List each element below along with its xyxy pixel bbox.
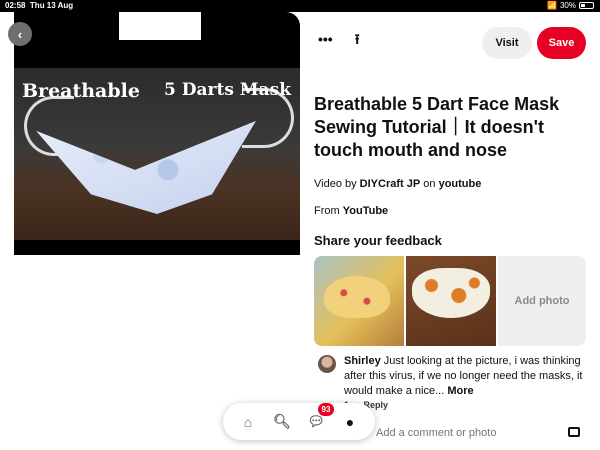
- thumbnail-caption-right: 5 Darts Mask: [164, 80, 291, 100]
- pin-media[interactable]: Breathable 5 Darts Mask: [14, 12, 300, 255]
- share-icon[interactable]: ⭱: [355, 32, 360, 46]
- video-thumbnail[interactable]: Breathable 5 Darts Mask: [14, 68, 300, 240]
- battery-icon: [579, 2, 594, 9]
- back-button[interactable]: ‹: [8, 22, 32, 46]
- pin-actions: ••• ⭱: [318, 32, 360, 46]
- comment-placeholder: Add a comment or photo: [376, 427, 497, 439]
- comment-user[interactable]: Shirley: [344, 355, 381, 367]
- more-icon[interactable]: •••: [318, 32, 333, 46]
- source-link[interactable]: YouTube: [343, 205, 388, 217]
- visit-button[interactable]: Visit: [482, 27, 532, 59]
- battery-percent: 30%: [559, 1, 576, 10]
- feedback-title: Share your feedback: [314, 233, 442, 248]
- profile-icon[interactable]: ●: [338, 410, 362, 434]
- notification-badge: 93: [318, 402, 334, 416]
- status-bar: 02:58 Thu 13 Aug 📶 30%: [0, 0, 600, 12]
- image-icon[interactable]: [568, 427, 580, 437]
- comment-text: Shirley Just looking at the picture, i w…: [344, 355, 583, 397]
- bottom-nav: ⌂ 🔍︎ 💬︎ 93 ●: [223, 402, 375, 440]
- status-right: 📶 30%: [547, 1, 594, 10]
- messages-icon[interactable]: 💬︎ 93: [304, 402, 334, 434]
- avatar[interactable]: [318, 355, 336, 373]
- home-icon[interactable]: ⌂: [236, 410, 260, 434]
- platform-link[interactable]: youtube: [439, 178, 482, 190]
- chevron-left-icon: ‹: [17, 26, 23, 42]
- feedback-photo[interactable]: [314, 256, 404, 346]
- pin-source: From YouTube: [314, 205, 389, 217]
- media-overlay: [119, 12, 201, 40]
- pin-byline: Video by DIYCraft JP on youtube: [314, 178, 482, 190]
- thumbnail-caption-left: Breathable: [22, 80, 140, 102]
- add-photo-button[interactable]: Add photo: [498, 256, 586, 346]
- feedback-photo[interactable]: [406, 256, 496, 346]
- feedback-photos: Add photo: [314, 256, 586, 346]
- status-time: 02:58 Thu 13 Aug: [5, 1, 74, 10]
- pin-title: Breathable 5 Dart Face Mask Sewing Tutor…: [314, 94, 560, 160]
- wifi-icon: 📶: [547, 1, 557, 10]
- more-link[interactable]: More: [447, 385, 473, 397]
- comment: Shirley Just looking at the picture, i w…: [318, 354, 590, 399]
- author-link[interactable]: DIYCraft JP: [360, 178, 421, 190]
- search-icon[interactable]: 🔍︎: [270, 410, 294, 434]
- save-button[interactable]: Save: [537, 27, 586, 59]
